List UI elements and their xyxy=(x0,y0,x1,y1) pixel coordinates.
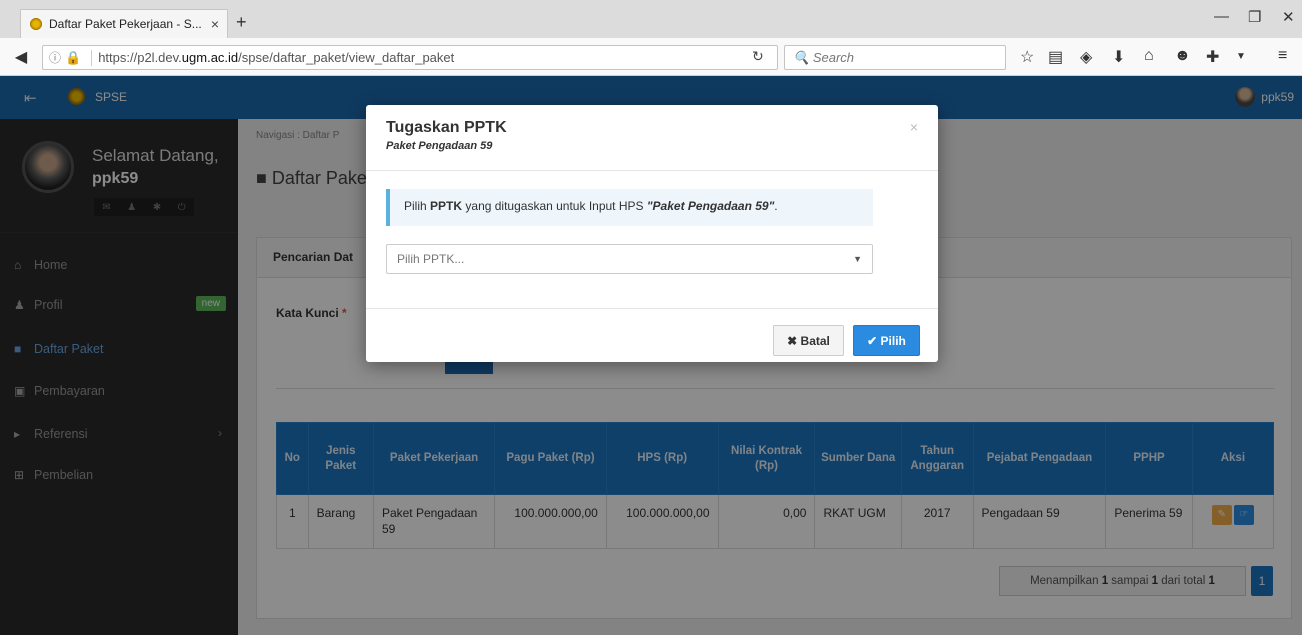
info-icon[interactable]: ⓘ xyxy=(49,49,61,66)
new-tab-button[interactable]: + xyxy=(236,12,247,33)
pilih-button[interactable]: ✔ Pilih xyxy=(853,325,920,356)
home-nav-icon[interactable]: ⌂ xyxy=(1144,47,1154,65)
bookmark-star-icon[interactable]: ☆ xyxy=(1020,47,1034,67)
pptk-select[interactable]: Pilih PPTK... ▼ xyxy=(386,244,873,274)
minimize-icon[interactable]: — xyxy=(1214,8,1229,25)
reload-icon[interactable]: ↻ xyxy=(752,48,764,65)
modal-subtitle: Paket Pengadaan 59 xyxy=(386,140,493,152)
browser-tab-bar: Daftar Paket Pekerjaan - S... × + — ❐ ✕ xyxy=(0,0,1302,38)
site-favicon-icon xyxy=(29,17,43,31)
tab-close-icon[interactable]: × xyxy=(211,16,219,32)
lock-icon: 🔒 xyxy=(65,49,82,65)
pocket-icon[interactable]: ◈ xyxy=(1080,47,1092,67)
back-arrow-icon[interactable]: ◀ xyxy=(8,44,34,70)
extension-icon[interactable]: ✚ xyxy=(1206,47,1219,67)
reading-list-icon[interactable]: ▤ xyxy=(1048,47,1063,67)
cancel-button[interactable]: ✖ Batal xyxy=(773,325,844,356)
browser-tab[interactable]: Daftar Paket Pekerjaan - S... × xyxy=(20,9,228,38)
tab-title: Daftar Paket Pekerjaan - S... xyxy=(49,17,202,31)
window-close-icon[interactable]: ✕ xyxy=(1282,8,1295,26)
modal-footer: ✖ Batal ✔ Pilih xyxy=(366,308,938,362)
url-prefix: https://p2l.dev. xyxy=(98,50,182,65)
extension-dropdown-icon[interactable]: ▼ xyxy=(1236,51,1246,62)
pptk-select-placeholder: Pilih PPTK... xyxy=(397,252,465,266)
info-alert: Pilih PPTK yang ditugaskan untuk Input H… xyxy=(386,189,873,226)
modal-title: Tugaskan PPTK xyxy=(386,119,507,136)
tugaskan-pptk-modal: Tugaskan PPTK Paket Pengadaan 59 × Pilih… xyxy=(366,105,938,362)
browser-nav-bar: ◀ ⓘ 🔒 https://p2l.dev. ugm.ac.id/spse/daf… xyxy=(0,38,1302,76)
modal-header: Tugaskan PPTK Paket Pengadaan 59 × xyxy=(366,105,938,171)
browser-search-input[interactable]: 🔍 Search xyxy=(784,45,1006,70)
modal-close-icon[interactable]: × xyxy=(910,119,918,135)
check-icon: ✔ xyxy=(867,333,878,348)
url-domain: ugm.ac.id xyxy=(181,50,239,65)
chat-icon[interactable]: ☻ xyxy=(1174,47,1191,65)
close-icon: ✖ xyxy=(787,333,798,348)
menu-icon[interactable]: ≡ xyxy=(1278,47,1287,65)
chevron-down-icon: ▼ xyxy=(853,254,862,264)
url-bar[interactable]: ⓘ 🔒 https://p2l.dev. ugm.ac.id/spse/dafta… xyxy=(42,45,778,70)
url-path: /spse/daftar_paket/view_daftar_paket xyxy=(238,50,455,65)
restore-icon[interactable]: ❐ xyxy=(1248,8,1261,26)
download-icon[interactable]: ⬇ xyxy=(1112,47,1125,67)
